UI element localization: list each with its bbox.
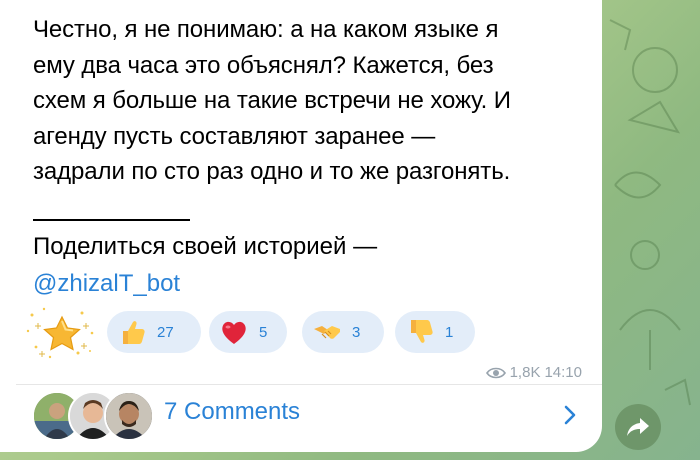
reaction-heart[interactable]: 5 [209, 311, 287, 353]
avatar [104, 391, 154, 441]
reaction-count: 1 [445, 323, 454, 341]
separator-line [33, 219, 190, 221]
reaction-thumbs-up[interactable]: 27 [107, 311, 201, 353]
thumbs-down-icon [411, 320, 433, 343]
thumbs-up-icon [123, 321, 145, 344]
reaction-count: 5 [259, 323, 268, 341]
reaction-handshake[interactable]: 3 [302, 311, 384, 353]
reactions-bar: 27 5 3 1 [0, 303, 602, 363]
handshake-icon [314, 326, 340, 339]
share-prompt: Поделиться своей историей — [33, 233, 378, 260]
message-text: Честно, я не понимаю: а на каком языке я… [33, 16, 511, 185]
view-count: 1,8K [509, 364, 541, 381]
message-time: 14:10 [544, 364, 582, 381]
message-bubble: Честно, я не понимаю: а на каком языке я… [0, 0, 602, 452]
comments-row[interactable]: 7 Comments [0, 386, 602, 452]
forward-button[interactable] [615, 404, 661, 450]
reaction-count: 27 [157, 323, 174, 341]
comments-label: 7 Comments [164, 398, 301, 425]
reaction-thumbs-down[interactable]: 1 [395, 311, 475, 353]
forward-arrow-icon [627, 418, 649, 436]
chevron-right-icon [564, 405, 576, 425]
heart-icon [222, 321, 246, 344]
message-meta: 1,8K 14:10 [485, 364, 582, 381]
eye-icon [485, 367, 506, 378]
comments-divider [16, 384, 602, 385]
star-reaction-icon[interactable] [22, 303, 102, 363]
reaction-count: 3 [352, 323, 361, 341]
message-body: Честно, я не понимаю: а на каком языке я… [33, 12, 593, 190]
bot-link[interactable]: @zhizalT_bot [33, 266, 180, 301]
